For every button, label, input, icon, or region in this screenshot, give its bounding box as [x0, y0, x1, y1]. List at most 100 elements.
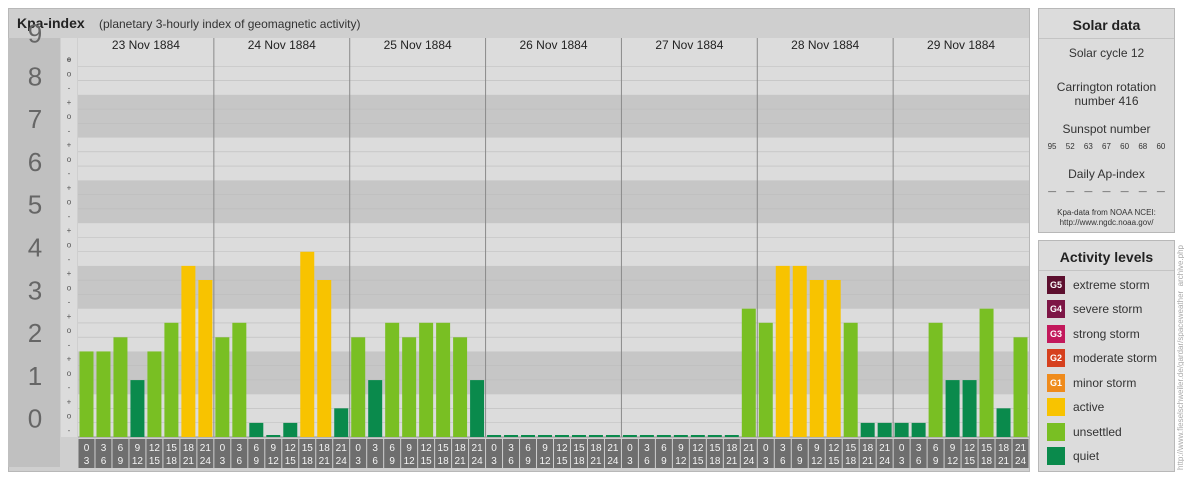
- legend-label-g1: minor storm: [1073, 376, 1137, 390]
- interval-start-label: 3: [237, 443, 243, 454]
- interval-start-label: 18: [455, 443, 467, 454]
- sub-tick-label: -: [68, 169, 71, 178]
- interval-end-label: 18: [302, 456, 314, 467]
- sub-tick-label: -: [68, 383, 71, 392]
- interval-end-label: 3: [491, 456, 497, 467]
- interval-end-label: 12: [404, 456, 416, 467]
- sub-tick-label: o: [67, 326, 72, 335]
- interval-start-label: 18: [862, 443, 874, 454]
- interval-end-label: 6: [101, 456, 107, 467]
- interval-end-label: 24: [607, 456, 619, 467]
- kp-bar: [521, 435, 536, 437]
- interval-end-label: 24: [1015, 456, 1027, 467]
- kp-bar: [453, 337, 468, 437]
- kp-bar: [266, 435, 281, 437]
- interval-start-label: 15: [302, 443, 314, 454]
- source-link[interactable]: http://www.ngdc.noaa.gov/: [1039, 218, 1174, 228]
- ap-value: —: [1048, 187, 1057, 196]
- legend-quiet: quiet: [1047, 446, 1099, 466]
- sub-tick-label: o: [67, 155, 72, 164]
- kp-bar: [690, 435, 705, 437]
- legend-unsettled: unsettled: [1047, 422, 1122, 442]
- interval-start-label: 9: [678, 443, 684, 454]
- interval-end-label: 18: [166, 456, 178, 467]
- interval-start-label: 3: [644, 443, 650, 454]
- interval-start-label: 18: [590, 443, 602, 454]
- kp-bar: [436, 322, 451, 437]
- kp-bar: [487, 435, 502, 437]
- interval-start-label: 3: [780, 443, 786, 454]
- y-tick-label: 1: [28, 361, 42, 391]
- interval-end-label: 21: [862, 456, 874, 467]
- kp-bar: [639, 435, 654, 437]
- interval-start-label: 21: [743, 443, 755, 454]
- sub-tick-label: o: [67, 412, 72, 421]
- interval-end-label: 15: [692, 456, 704, 467]
- sunspot-value: 60: [1120, 142, 1130, 151]
- interval-start-label: 12: [149, 443, 161, 454]
- y-tick-label: 6: [28, 147, 42, 177]
- interval-start-label: 0: [763, 443, 769, 454]
- interval-end-label: 6: [237, 456, 243, 467]
- ap-value: —: [1138, 187, 1147, 196]
- y-tick-label: 9: [28, 19, 42, 49]
- interval-end-label: 15: [556, 456, 568, 467]
- solar-data-panel: Solar data Solar cycle 12 Carrington rot…: [1038, 8, 1175, 233]
- interval-end-label: 24: [472, 456, 484, 467]
- interval-start-label: 0: [220, 443, 226, 454]
- interval-end-label: 9: [254, 456, 260, 467]
- kp-band: [78, 137, 1029, 181]
- y-tick-label: 0: [28, 404, 42, 434]
- sub-tick-label: +: [67, 141, 72, 150]
- interval-start-label: 15: [573, 443, 585, 454]
- kp-bar: [419, 322, 434, 437]
- ap-value: —: [1084, 187, 1093, 196]
- interval-end-label: 15: [828, 456, 840, 467]
- y-tick-label: 7: [28, 104, 42, 134]
- carrington-line-2: number 416: [1074, 94, 1139, 108]
- legend-active: active: [1047, 397, 1104, 417]
- interval-end-label: 12: [268, 456, 280, 467]
- kp-bar: [164, 322, 179, 437]
- kp-bar: [300, 251, 315, 437]
- kp-bar: [198, 280, 213, 437]
- kp-bar: [1013, 337, 1028, 437]
- interval-end-label: 21: [319, 456, 331, 467]
- interval-start-label: 6: [797, 443, 803, 454]
- kp-band: [78, 94, 1029, 138]
- interval-start-label: 9: [135, 443, 141, 454]
- interval-end-label: 18: [845, 456, 857, 467]
- legend-label-g5: extreme storm: [1073, 278, 1150, 292]
- credit-link[interactable]: http://www.fieselschweiler.de/gardar/spa…: [1176, 245, 1184, 470]
- kp-bar: [945, 380, 960, 437]
- kp-bar: [996, 408, 1011, 437]
- interval-start-label: 0: [491, 443, 497, 454]
- interval-start-label: 6: [254, 443, 260, 454]
- sub-tick-label: o: [67, 112, 72, 121]
- sub-tick-label: +: [67, 355, 72, 364]
- day-label: 25 Nov 1884: [384, 38, 452, 52]
- interval-end-label: 9: [797, 456, 803, 467]
- sub-tick-label: +: [67, 98, 72, 107]
- kp-bar: [673, 435, 688, 437]
- sub-tick-label: +: [67, 269, 72, 278]
- interval-start-label: 9: [271, 443, 277, 454]
- activity-levels-title: Activity levels: [1039, 241, 1174, 271]
- interval-end-label: 6: [780, 456, 786, 467]
- interval-end-label: 21: [183, 456, 195, 467]
- kp-bar: [181, 265, 196, 437]
- interval-end-label: 21: [726, 456, 738, 467]
- legend-label-g3: strong storm: [1073, 327, 1140, 341]
- kp-bar: [113, 337, 128, 437]
- kp-bar: [962, 380, 977, 437]
- sunspot-values: 95 52 63 67 60 68 60: [1039, 142, 1174, 151]
- kpa-chart: 0123456789-o+-o+-o+-o+-o+-o+-o+-o+-o+o23…: [8, 19, 1029, 468]
- kp-bar: [809, 280, 824, 437]
- interval-start-label: 15: [845, 443, 857, 454]
- interval-start-label: 21: [336, 443, 348, 454]
- interval-end-label: 12: [675, 456, 687, 467]
- kp-bar: [385, 322, 400, 437]
- interval-end-label: 12: [132, 456, 144, 467]
- interval-end-label: 6: [372, 456, 378, 467]
- interval-end-label: 15: [285, 456, 297, 467]
